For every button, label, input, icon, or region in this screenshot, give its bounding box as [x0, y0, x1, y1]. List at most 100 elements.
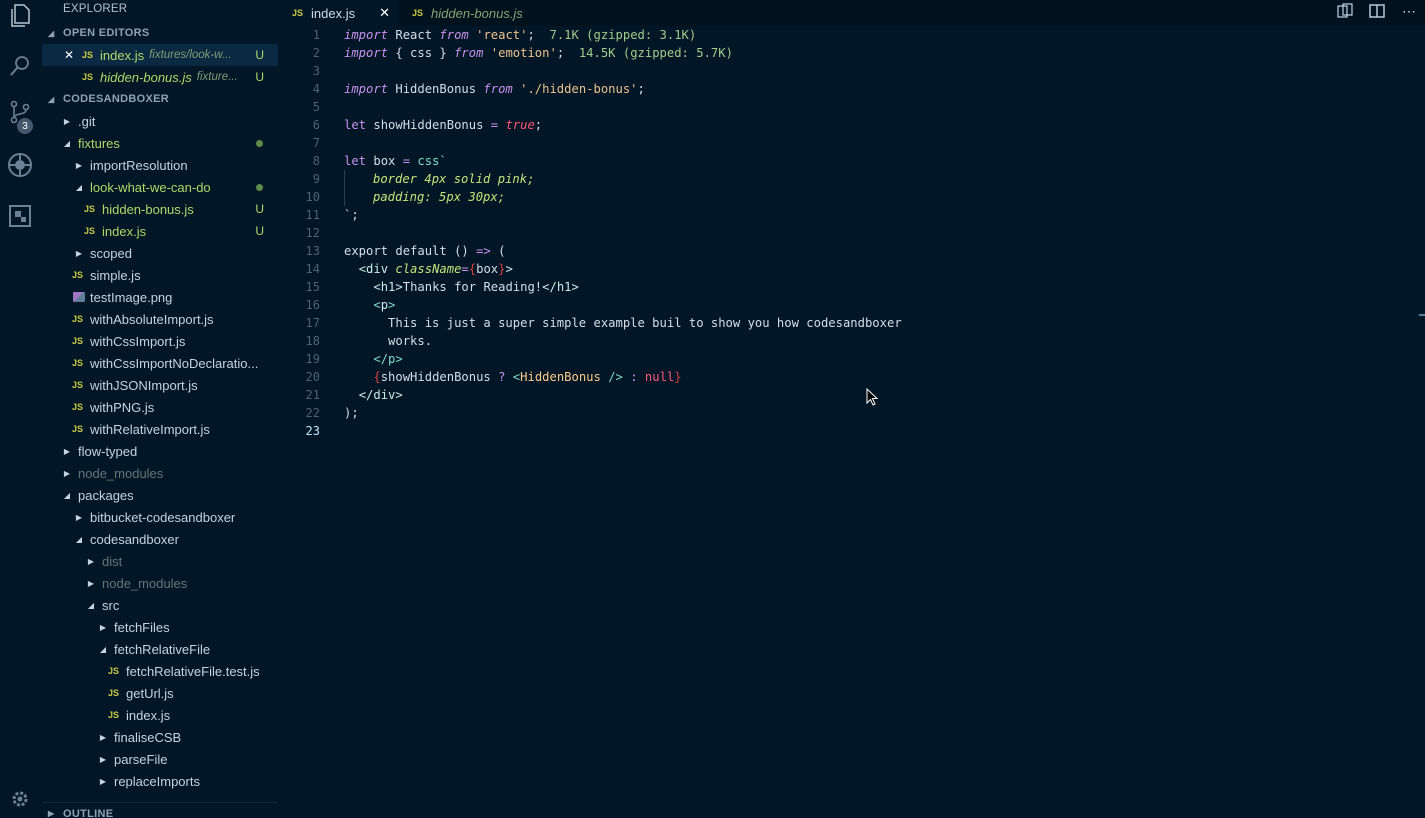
search-icon[interactable] [6, 52, 34, 80]
image-file-icon [73, 292, 85, 302]
code-line: <p> [373, 298, 396, 312]
extensions-icon[interactable] [6, 202, 34, 230]
chevron-down-icon: ◢ [48, 94, 55, 104]
tree-item[interactable]: JS withRelativeImport.js [42, 418, 278, 440]
code-line: padding: 5px 30px; [344, 188, 902, 206]
tree-item[interactable]: ▶ .git [42, 110, 278, 132]
open-editor-item[interactable]: ✕ JS index.js fixtures/look-w... U [42, 44, 278, 66]
tree-item[interactable]: JS withCssImportNoDeclaratio... [42, 352, 278, 374]
tree-item[interactable]: JS hidden-bonus.js U [42, 198, 278, 220]
tab-hidden-bonus-js[interactable]: JS hidden-bonus.js [400, 0, 550, 26]
code-line: export default () => ( [344, 244, 506, 258]
file-tree: ▶ .git ◢ fixtures ▶ importResolution ◢ look-… [42, 110, 278, 792]
tree-item[interactable]: ▶ flow-typed [42, 440, 278, 462]
tree-item[interactable]: ◢ fixtures [42, 132, 278, 154]
editor-tabs: JS index.js ✕ JS hidden-bonus.js ⋯ [280, 0, 1425, 26]
tree-item[interactable]: ▶ finaliseCSB [42, 726, 278, 748]
activity-bar: 3 [0, 0, 40, 818]
code-line: {showHiddenBonus ? <HiddenBonus /> : nul… [373, 370, 682, 384]
code-line: import React from 'react'; 7.1K (gzipped… [344, 28, 697, 42]
js-file-icon: JS [82, 72, 94, 82]
close-icon[interactable]: ✕ [379, 5, 390, 21]
tab-index-js[interactable]: JS index.js ✕ [280, 0, 398, 26]
line-number: 4 [312, 82, 320, 96]
tree-item[interactable]: ▶ dist [42, 550, 278, 572]
line-number: 17 [305, 316, 320, 330]
code-content[interactable]: import React from 'react'; 7.1K (gzipped… [344, 26, 902, 440]
tree-item[interactable]: ▶ bitbucket-codesandboxer [42, 506, 278, 528]
line-number: 13 [305, 244, 320, 258]
tree-item[interactable]: JS withPNG.js [42, 396, 278, 418]
editor-actions: ⋯ [1329, 0, 1425, 22]
tree-item[interactable]: ▶ parseFile [42, 748, 278, 770]
tree-item[interactable]: ◢ look-what-we-can-do [42, 176, 278, 198]
open-editors-header[interactable]: ◢ OPEN EDITORS [42, 22, 278, 44]
line-number: 15 [305, 280, 320, 294]
chevron-down-icon: ◢ [48, 28, 55, 38]
tree-item[interactable]: ▶ scoped [42, 242, 278, 264]
line-number: 20 [305, 370, 320, 384]
modified-dot [256, 183, 263, 191]
tree-item[interactable]: JS index.js U [42, 220, 278, 242]
project-header[interactable]: ◢ CODESANDBOXER [42, 88, 278, 110]
tree-item[interactable]: ◢ src [42, 594, 278, 616]
chevron-right-icon: ▶ [75, 512, 83, 522]
line-number: 6 [312, 118, 320, 132]
js-file-icon: JS [72, 402, 84, 412]
chevron-right-icon: ▶ [75, 160, 83, 170]
chevron-right-icon: ▶ [99, 732, 107, 742]
tree-item[interactable]: JS withCssImport.js [42, 330, 278, 352]
tree-item[interactable]: JS fetchRelativeFile.test.js [42, 660, 278, 682]
js-file-icon: JS [84, 204, 96, 214]
line-number: 10 [305, 190, 320, 204]
chevron-down-icon: ◢ [87, 600, 95, 610]
files-icon[interactable] [6, 2, 34, 30]
code-line: let showHiddenBonus = true; [344, 118, 543, 132]
import-cost: 7.1K (gzipped: 3.1K) [534, 28, 697, 42]
debug-icon[interactable] [6, 151, 34, 179]
scrollbar-marker[interactable] [1419, 314, 1425, 316]
js-file-icon: JS [292, 8, 304, 18]
open-changes-icon[interactable] [1329, 3, 1361, 19]
tree-item[interactable]: ▶ node_modules [42, 572, 278, 594]
tree-item[interactable]: ▶ fetchFiles [42, 616, 278, 638]
line-number: 7 [312, 136, 320, 150]
tree-item[interactable]: JS getUrl.js [42, 682, 278, 704]
tree-item[interactable]: JS withJSONImport.js [42, 374, 278, 396]
chevron-right-icon: ▶ [48, 809, 55, 818]
tree-item[interactable]: ▶ node_modules [42, 462, 278, 484]
js-file-icon: JS [82, 50, 94, 60]
chevron-right-icon: ▶ [99, 754, 107, 764]
tree-item[interactable]: JS index.js [42, 704, 278, 726]
line-number: 18 [305, 334, 320, 348]
outline-header[interactable]: ▶ OUTLINE [42, 802, 278, 818]
js-file-icon: JS [72, 336, 84, 346]
code-line: </div> [358, 388, 403, 402]
line-number: 23 [305, 424, 320, 438]
line-number: 11 [305, 208, 320, 222]
tree-item[interactable]: ◢ fetchRelativeFile [42, 638, 278, 660]
js-file-icon: JS [108, 688, 120, 698]
tree-item[interactable]: ◢ packages [42, 484, 278, 506]
tree-item[interactable]: testImage.png [42, 286, 278, 308]
js-file-icon: JS [108, 710, 120, 720]
tree-item[interactable]: ◢ codesandboxer [42, 528, 278, 550]
js-file-icon: JS [72, 314, 84, 324]
line-number: 14 [305, 262, 320, 276]
open-editor-item[interactable]: JS hidden-bonus.js fixture... U [42, 66, 278, 88]
code-editor[interactable]: 1 2 3 4 5 6 7 8 9 10 11 12 13 14 15 16 17 18 19 20 21 22 23 im… [280, 26, 1425, 818]
tree-item[interactable]: JS simple.js [42, 264, 278, 286]
tree-item[interactable]: ▶ importResolution [42, 154, 278, 176]
more-actions-icon[interactable]: ⋯ [1393, 3, 1425, 20]
chevron-down-icon: ◢ [75, 182, 83, 192]
tree-item[interactable]: JS withAbsoluteImport.js [42, 308, 278, 330]
tree-item[interactable]: ▶ replaceImports [42, 770, 278, 792]
split-editor-icon[interactable] [1361, 4, 1393, 18]
chevron-right-icon: ▶ [99, 622, 107, 632]
line-number: 9 [312, 172, 320, 186]
gear-icon[interactable] [6, 785, 34, 813]
